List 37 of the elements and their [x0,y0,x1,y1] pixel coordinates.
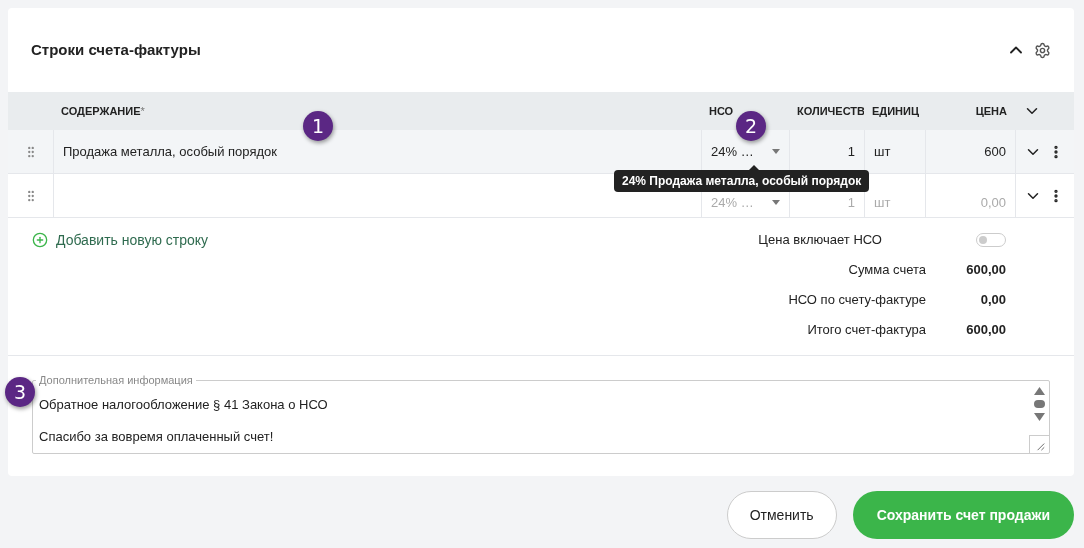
table-cell-text: 600 [984,142,1006,161]
scroll-up-icon[interactable] [1033,387,1045,395]
tooltip: 24% Продажа металла, особый порядок [614,165,870,192]
table-cell-text: 0,00 [980,193,1006,212]
table-cell-text: шт [874,142,891,161]
add-row-button[interactable]: Добавить новую строку [32,230,209,250]
scroll-down-icon[interactable] [1033,413,1045,421]
dropdown-caret-icon[interactable] [772,200,780,205]
total-label: Сумма счета [847,261,926,280]
cancel-button[interactable]: Отменить [726,491,837,539]
table-cell-text: Продажа металла, особый порядок [63,142,277,161]
field-label: Дополнительная информация [36,373,196,387]
toggle-switch[interactable] [976,233,1006,247]
table-cell-text: 24% … [711,142,755,161]
total-value: 0,00 [979,291,1007,310]
dropdown-caret-icon[interactable] [772,149,780,154]
resize-handle-icon[interactable] [1029,435,1049,453]
callout-badge: 3 [5,377,35,407]
settings-icon[interactable] [1034,41,1051,59]
total-label: Итого счет-фактура [806,321,926,340]
field-value: Обратное налогообложение § 41 Закона о НСО Спасибо за вовремя оплаченный счет! [39,397,328,444]
scroll-thumb[interactable] [1033,400,1045,408]
total-value: 600,00 [965,321,1007,340]
add-icon [32,232,48,248]
total-label: НСО по счету-фактуре [787,291,926,310]
table-cell-text: 24% … [711,193,755,212]
table-cell-text: шт [874,193,891,212]
column-header: НСО [709,104,734,117]
toggle-label: Цена включает НСО [757,231,883,250]
total-value: 600,00 [965,261,1007,280]
table-cell-text: 1 [847,193,855,212]
column-header: КОЛИЧЕСТВ [797,104,864,117]
column-header: ЦЕНА [975,104,1007,117]
table-cell-text: 1 [847,142,855,161]
column-header: ЕДИНИЦ [872,104,919,117]
column-header: СОДЕРЖАНИЕ* [61,104,145,117]
section-title: Строки счета-фактуры [31,39,202,60]
